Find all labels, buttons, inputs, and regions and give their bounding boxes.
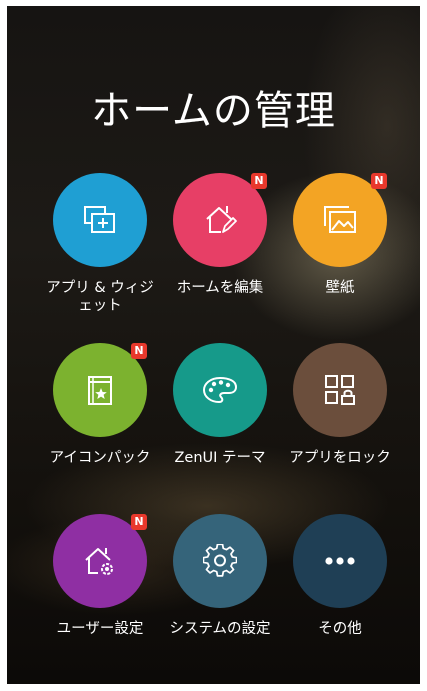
new-badge: N (131, 514, 147, 530)
more-button[interactable] (293, 514, 387, 608)
tile-label: その他 (318, 621, 362, 637)
tile-label: システムの設定 (169, 621, 271, 637)
tile-label: ホームを編集 (176, 280, 264, 296)
tile-wallpaper[interactable]: N 壁紙 (280, 173, 400, 297)
tile-label: ユーザー設定 (56, 621, 144, 637)
tile-system-settings[interactable]: システムの設定 (160, 514, 280, 638)
home-gear-icon (85, 548, 113, 575)
tile-apps-widgets[interactable]: アプリ & ウィジェット (40, 173, 160, 315)
tile-label: アプリ & ウィジェット (46, 280, 154, 314)
tile-label: アプリをロック (289, 450, 391, 466)
wallpaper-icon (324, 206, 356, 233)
more-dots-icon (325, 557, 355, 565)
icon-pack-book-icon (88, 376, 112, 405)
tile-zenui-theme[interactable]: ZenUI テーマ (160, 343, 280, 467)
new-badge: N (371, 173, 387, 189)
new-badge: N (131, 343, 147, 359)
tile-more[interactable]: その他 (280, 514, 400, 638)
page-title: ホームの管理 (91, 88, 336, 134)
user-settings-button[interactable]: N (53, 514, 147, 608)
gear-icon (203, 544, 237, 577)
wallpaper-button[interactable]: N (293, 173, 387, 267)
grid-lock-icon (325, 375, 355, 405)
tile-lock-apps[interactable]: アプリをロック (280, 343, 400, 467)
system-settings-button[interactable] (173, 514, 267, 608)
zenui-theme-button[interactable] (173, 343, 267, 437)
home-management-screen: ホームの管理 アプリ & ウィジェット N ホームを編集 N 壁紙 N アイコン… (7, 6, 420, 684)
icon-pack-button[interactable]: N (53, 343, 147, 437)
tile-user-settings[interactable]: N ユーザー設定 (40, 514, 160, 638)
tile-icon-pack[interactable]: N アイコンパック (40, 343, 160, 467)
tile-label: ZenUI テーマ (174, 450, 266, 466)
tile-label: 壁紙 (325, 280, 355, 296)
palette-icon (202, 376, 238, 404)
new-badge: N (251, 173, 267, 189)
add-window-icon (84, 206, 115, 233)
home-edit-icon (206, 206, 237, 233)
tile-label: アイコンパック (49, 450, 151, 466)
lock-apps-button[interactable] (293, 343, 387, 437)
edit-home-button[interactable]: N (173, 173, 267, 267)
tile-edit-home[interactable]: N ホームを編集 (160, 173, 280, 297)
apps-widgets-button[interactable] (53, 173, 147, 267)
